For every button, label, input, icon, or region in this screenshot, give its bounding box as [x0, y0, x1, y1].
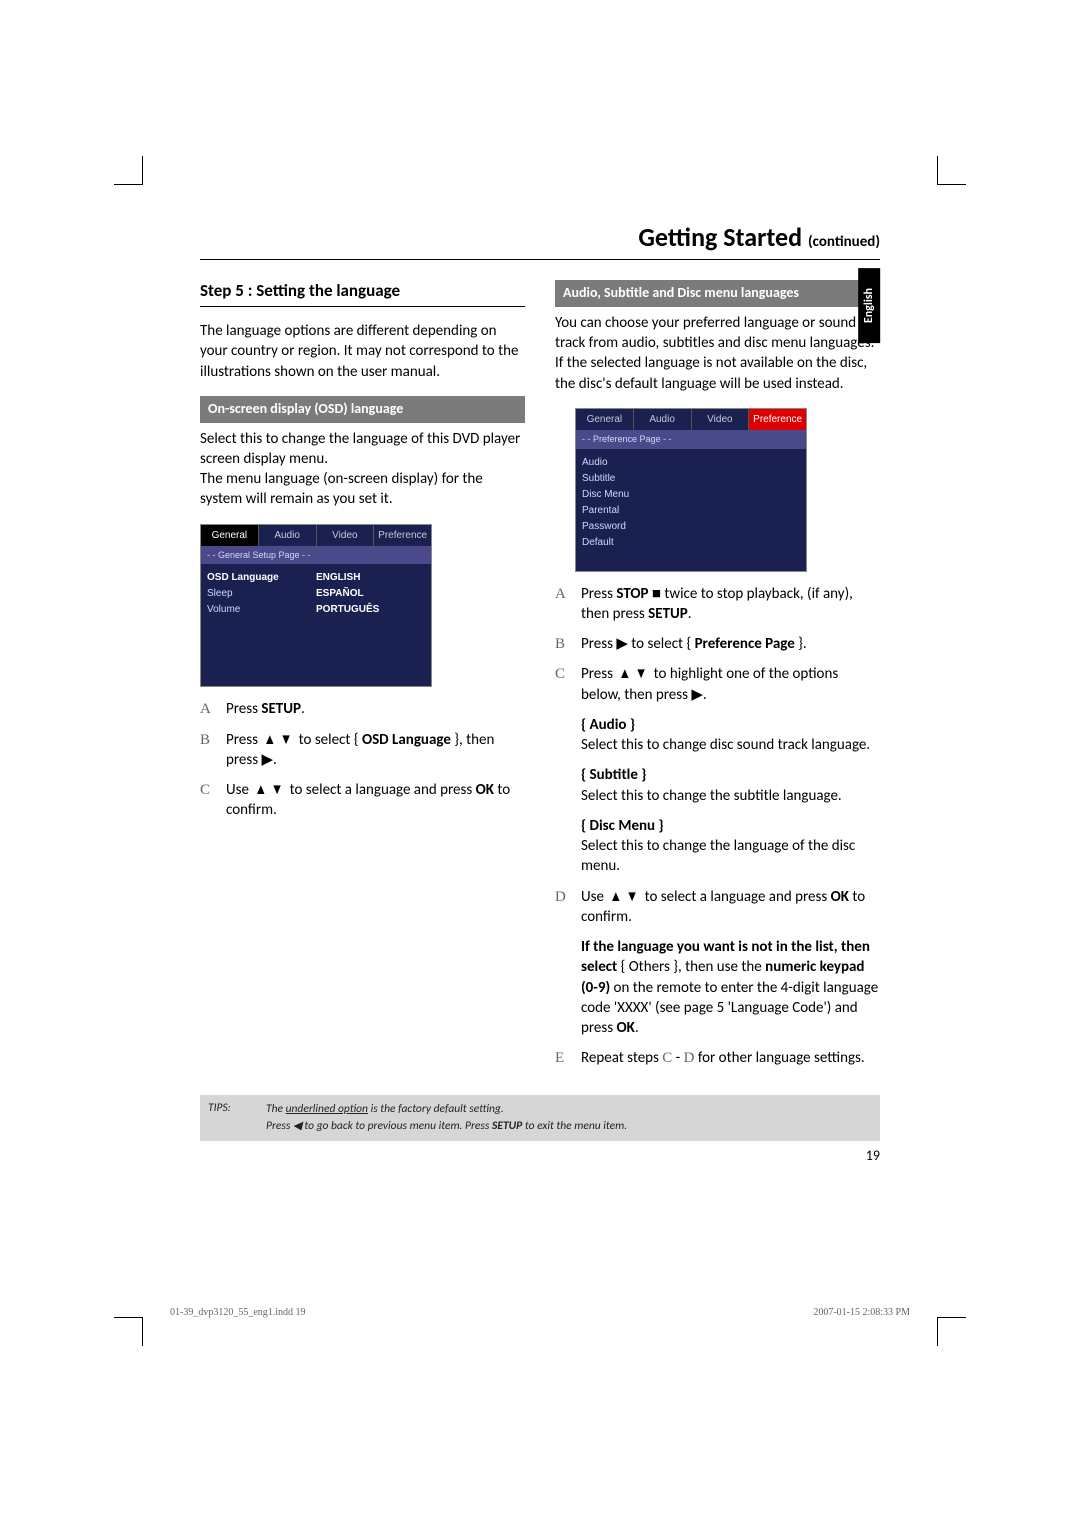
step-letter: B	[200, 730, 216, 771]
osd-mock-preference: General Audio Video Preference - - Prefe…	[575, 408, 807, 572]
step-text: Press STOP ■ twice to stop playback, (if…	[581, 584, 880, 625]
osd-tab-preference: Preference	[749, 409, 806, 431]
osd-item: Audio	[582, 455, 691, 471]
page-title-continued: (continued)	[808, 233, 880, 251]
step-e: E Repeat steps C - D for other language …	[555, 1048, 880, 1068]
option-subtitle: { Subtitle } Select this to change the s…	[581, 765, 880, 806]
osd-item: Volume	[207, 602, 316, 618]
step-letter: B	[555, 634, 571, 654]
osd-item: Disc Menu	[582, 487, 691, 503]
option-desc: Select this to change the subtitle langu…	[581, 787, 842, 805]
option-label: { Audio }	[581, 716, 635, 734]
intro-paragraph: The language options are different depen…	[200, 321, 525, 382]
tips-box: TIPS: The underlined option is the facto…	[200, 1095, 880, 1142]
osd-tab-video: Video	[692, 409, 750, 431]
osd-tab-audio: Audio	[634, 409, 692, 431]
option-audio: { Audio } Select this to change disc sou…	[581, 715, 880, 756]
page-number: 19	[200, 1147, 880, 1166]
step-b: B Press ▶ to select { Preference Page }.	[555, 634, 880, 654]
crop-mark	[937, 156, 966, 185]
step-text: Press ▲ ▼ to highlight one of the option…	[581, 664, 880, 705]
page-title: Getting Started (continued)	[200, 220, 880, 260]
footer-file: 01-39_dvp3120_55_eng1.indd 19	[170, 1306, 306, 1320]
up-down-icon: ▲ ▼	[255, 780, 284, 800]
step-letter: C	[555, 664, 571, 705]
option-label: { Subtitle }	[581, 766, 646, 784]
step-text: Use ▲ ▼ to select a language and press O…	[581, 887, 880, 928]
option-desc: Select this to change the language of th…	[581, 837, 855, 875]
option-desc: Select this to change disc sound track l…	[581, 736, 870, 754]
osd-item: Sleep	[207, 586, 316, 602]
step-c: C Use ▲ ▼ to select a language and press…	[200, 780, 525, 821]
up-down-icon: ▲ ▼	[264, 730, 293, 750]
osd-tab-audio: Audio	[259, 525, 317, 547]
left-steps: A Press SETUP. B Press ▲ ▼ to select { O…	[200, 699, 525, 820]
crop-mark	[114, 156, 143, 185]
step-text: Press ▶ to select { Preference Page }.	[581, 634, 880, 654]
step-letter: A	[555, 584, 571, 625]
footer-meta: 01-39_dvp3120_55_eng1.indd 19 2007-01-15…	[170, 1306, 910, 1320]
osd-right-list	[691, 455, 800, 565]
osd-item: Subtitle	[582, 471, 691, 487]
step-text: Press ▲ ▼ to select { OSD Language }, th…	[226, 730, 525, 771]
right-column: Audio, Subtitle and Disc menu languages …	[555, 280, 880, 1079]
osd-tab-video: Video	[317, 525, 375, 547]
step-text: Repeat steps C - D for other language se…	[581, 1048, 880, 1068]
step-text: Use ▲ ▼ to select a language and press O…	[226, 780, 525, 821]
audio-subtitle-subheading: Audio, Subtitle and Disc menu languages	[555, 280, 880, 307]
step-heading: Step 5 : Setting the language	[200, 280, 525, 307]
step-letter: C	[200, 780, 216, 821]
option-disc-menu: { Disc Menu } Select this to change the …	[581, 816, 880, 877]
language-tab: English	[858, 268, 880, 343]
step-letter: E	[555, 1048, 571, 1068]
step-a: A Press STOP ■ twice to stop playback, (…	[555, 584, 880, 625]
note-others: If the language you want is not in the l…	[581, 937, 880, 1038]
osd-bar: - - Preference Page - -	[576, 430, 806, 448]
crop-mark	[937, 1317, 966, 1346]
osd-body: Audio Subtitle Disc Menu Parental Passwo…	[576, 449, 806, 571]
up-down-icon: ▲ ▼	[610, 887, 639, 907]
footer-timestamp: 2007-01-15 2:08:33 PM	[813, 1306, 910, 1320]
right-steps: A Press STOP ■ twice to stop playback, (…	[555, 584, 880, 1069]
osd-bar: - - General Setup Page - -	[201, 546, 431, 564]
osd-tabs: General Audio Video Preference	[576, 409, 806, 431]
osd-tab-preference: Preference	[374, 525, 431, 547]
manual-page: English Getting Started (continued) Step…	[0, 0, 1080, 1527]
osd-left-list: Audio Subtitle Disc Menu Parental Passwo…	[582, 455, 691, 565]
osd-left-list: OSD Language Sleep Volume	[207, 570, 316, 680]
osd-right-list: ENGLISH ESPAÑOL PORTUGUÊS	[316, 570, 425, 680]
osd-item: Password	[582, 519, 691, 535]
osd-desc: Select this to change the language of th…	[200, 429, 525, 510]
step-a: A Press SETUP.	[200, 699, 525, 719]
tips-text: The underlined option is the factory def…	[266, 1101, 872, 1136]
osd-mock-general: General Audio Video Preference - - Gener…	[200, 524, 432, 688]
osd-item: OSD Language	[207, 570, 316, 586]
step-c: C Press ▲ ▼ to highlight one of the opti…	[555, 664, 880, 705]
right-intro: You can choose your preferred language o…	[555, 313, 880, 394]
osd-body: OSD Language Sleep Volume ENGLISH ESPAÑO…	[201, 564, 431, 686]
osd-item: Parental	[582, 503, 691, 519]
osd-value: ENGLISH	[316, 570, 425, 586]
osd-value: PORTUGUÊS	[316, 602, 425, 618]
crop-mark	[114, 1317, 143, 1346]
tips-label: TIPS:	[208, 1101, 248, 1136]
osd-tab-general: General	[201, 525, 259, 547]
osd-tabs: General Audio Video Preference	[201, 525, 431, 547]
step-b: B Press ▲ ▼ to select { OSD Language }, …	[200, 730, 525, 771]
left-column: Step 5 : Setting the language The langua…	[200, 280, 525, 1079]
step-letter: D	[555, 887, 571, 928]
osd-tab-general: General	[576, 409, 634, 431]
osd-item: Default	[582, 535, 691, 551]
page-title-text: Getting Started	[638, 221, 802, 253]
step-d: D Use ▲ ▼ to select a language and press…	[555, 887, 880, 928]
osd-value: ESPAÑOL	[316, 586, 425, 602]
up-down-icon: ▲ ▼	[619, 664, 648, 684]
content-columns: Step 5 : Setting the language The langua…	[200, 280, 880, 1079]
step-letter: A	[200, 699, 216, 719]
osd-subheading: On-screen display (OSD) language	[200, 396, 525, 423]
step-text: Press SETUP.	[226, 699, 525, 719]
option-label: { Disc Menu }	[581, 817, 664, 835]
